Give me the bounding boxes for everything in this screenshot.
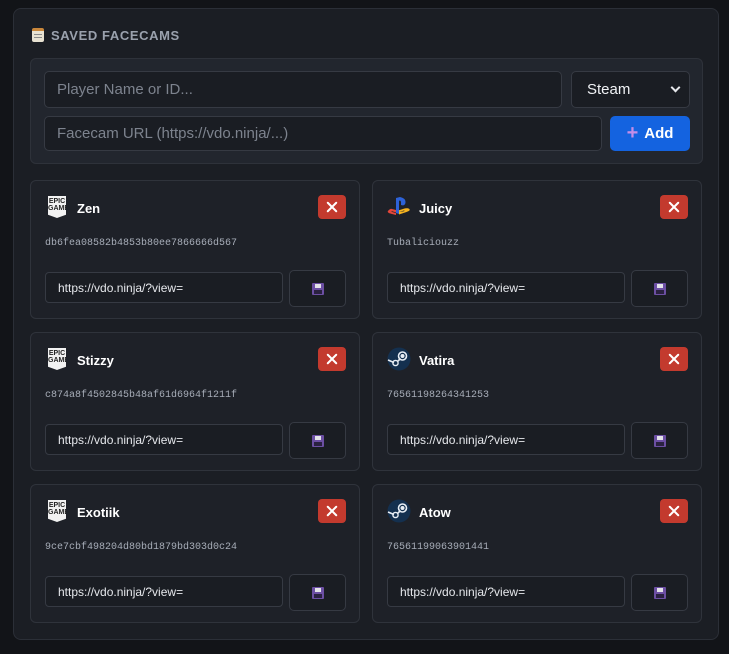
close-icon [668, 353, 680, 365]
close-icon [668, 201, 680, 213]
epic-games-icon: EPIC GAMES [45, 499, 69, 523]
close-icon [326, 201, 338, 213]
floppy-disk-icon [653, 586, 666, 599]
clipboard-icon [32, 28, 44, 42]
close-icon [326, 505, 338, 517]
save-button[interactable] [289, 574, 346, 611]
facecam-card: EPIC GAMES Exotiik 9ce7cbf498204d80bd1879… [30, 484, 360, 623]
card-player-id: Tubaliciouzz [387, 238, 460, 249]
card-player-id: c874a8f4502845b48af61d6964f1211f [45, 390, 238, 401]
card-player-id: 76561198264341253 [387, 390, 490, 401]
remove-button[interactable] [318, 499, 346, 523]
floppy-disk-icon [311, 282, 324, 295]
card-url-input[interactable] [387, 424, 625, 455]
save-button[interactable] [631, 574, 688, 611]
floppy-disk-icon [653, 282, 666, 295]
epic-games-icon: EPIC GAMES [45, 347, 69, 371]
save-button[interactable] [631, 422, 688, 459]
epic-games-icon: EPIC GAMES [45, 195, 69, 219]
remove-button[interactable] [660, 499, 688, 523]
remove-button[interactable] [318, 347, 346, 371]
facecam-card: EPIC GAMES Stizzy c874a8f4502845b48af61d6… [30, 332, 360, 471]
chevron-down-icon [670, 82, 681, 93]
close-icon [326, 353, 338, 365]
card-player-name: Atow [419, 505, 451, 520]
save-button[interactable] [289, 422, 346, 459]
card-player-name: Stizzy [77, 353, 114, 368]
remove-button[interactable] [660, 347, 688, 371]
steam-icon [387, 499, 411, 523]
facecam-card: EPIC GAMES Zen db6fea08582b4853b80ee78666… [30, 180, 360, 319]
card-player-id: 9ce7cbf498204d80bd1879bd303d0c24 [45, 542, 238, 553]
platform-select-value: Steam [587, 81, 631, 98]
card-player-id: db6fea08582b4853b80ee7866666d567 [45, 238, 238, 249]
plus-icon: + [626, 121, 639, 144]
floppy-disk-icon [311, 586, 324, 599]
floppy-disk-icon [653, 434, 666, 447]
card-url-input[interactable] [45, 424, 283, 455]
add-facecam-form: Steam + Add [30, 58, 703, 164]
add-button-label: Add [644, 125, 674, 142]
card-url-input[interactable] [45, 272, 283, 303]
card-url-input[interactable] [387, 272, 625, 303]
card-player-name: Zen [77, 201, 101, 216]
add-button[interactable]: + Add [610, 116, 690, 151]
panel-header: SAVED FACECAMS [32, 27, 180, 43]
card-player-name: Juicy [419, 201, 453, 216]
facecam-card: Atow 76561199063901441 [372, 484, 702, 623]
card-url-input[interactable] [387, 576, 625, 607]
playstation-icon [387, 195, 411, 219]
steam-icon [387, 347, 411, 371]
remove-button[interactable] [318, 195, 346, 219]
save-button[interactable] [289, 270, 346, 307]
card-player-id: 76561199063901441 [387, 542, 490, 553]
floppy-disk-icon [311, 434, 324, 447]
player-name-input[interactable] [44, 71, 562, 108]
close-icon [668, 505, 680, 517]
card-url-input[interactable] [45, 576, 283, 607]
card-player-name: Vatira [419, 353, 455, 368]
facecam-card: Juicy Tubaliciouzz [372, 180, 702, 319]
card-player-name: Exotiik [77, 505, 120, 520]
remove-button[interactable] [660, 195, 688, 219]
panel-title: SAVED FACECAMS [51, 27, 180, 43]
facecam-url-input[interactable] [44, 116, 602, 151]
facecam-card: Vatira 76561198264341253 [372, 332, 702, 471]
saved-facecams-panel: SAVED FACECAMS Steam + Add EPICGAMES Zen… [13, 8, 719, 640]
save-button[interactable] [631, 270, 688, 307]
platform-select[interactable]: Steam [571, 71, 690, 108]
